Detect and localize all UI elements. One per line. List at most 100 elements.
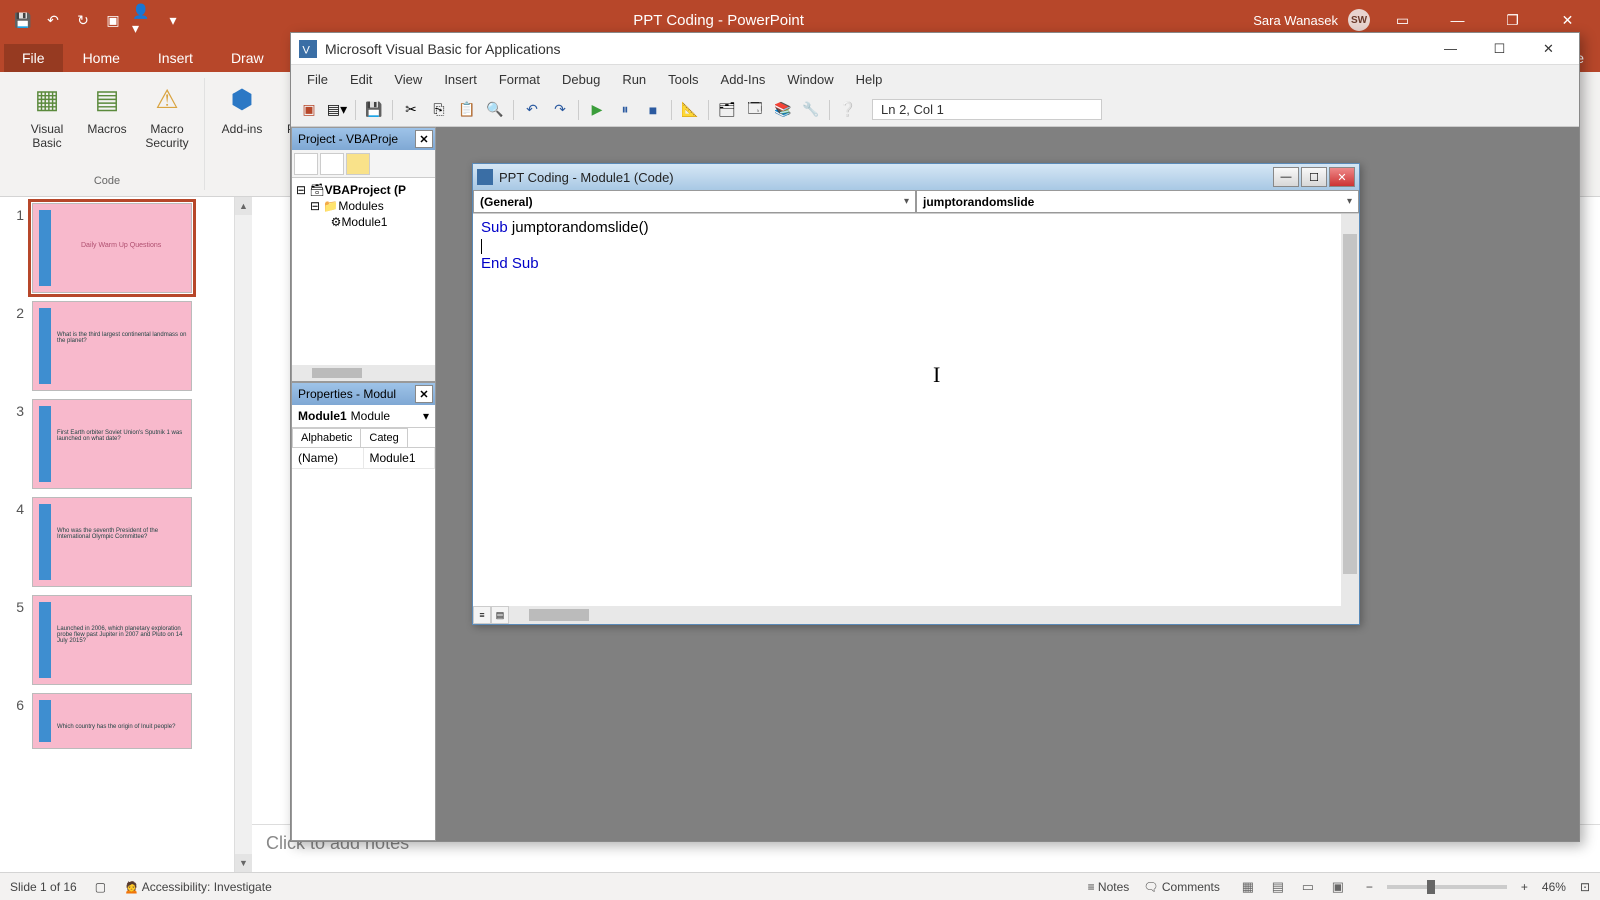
toolbox-icon[interactable]: 🔧 bbox=[799, 98, 823, 122]
code-editor[interactable]: Sub jumptorandomslide() End Sub I bbox=[473, 214, 1341, 606]
ribbon-display-icon[interactable]: ▭ bbox=[1380, 5, 1425, 35]
scroll-down-icon[interactable]: ▼ bbox=[235, 854, 252, 872]
thumb-row[interactable]: 3First Earth orbiter Soviet Union's Sput… bbox=[4, 399, 230, 489]
design-mode-icon[interactable]: 📐 bbox=[678, 98, 702, 122]
view-object-icon[interactable] bbox=[320, 153, 344, 175]
code-vscrollbar[interactable] bbox=[1341, 214, 1359, 606]
toggle-folders-icon[interactable] bbox=[346, 153, 370, 175]
slide-thumb-4[interactable]: Who was the seventh President of the Int… bbox=[32, 497, 192, 587]
props-name-value[interactable]: Module1 bbox=[364, 448, 436, 468]
thumb-row[interactable]: 4Who was the seventh President of the In… bbox=[4, 497, 230, 587]
slide-thumb-2[interactable]: What is the third largest continental la… bbox=[32, 301, 192, 391]
minimize-icon[interactable]: ― bbox=[1435, 5, 1480, 35]
save-icon[interactable]: 💾 bbox=[362, 98, 386, 122]
vbe-close-icon[interactable]: ✕ bbox=[1526, 36, 1571, 62]
tree-project-root[interactable]: ⊟ 🗃 VBAProject (P bbox=[296, 182, 431, 198]
fit-to-window-icon[interactable]: ⊡ bbox=[1580, 880, 1590, 894]
thumbnail-list[interactable]: 1Daily Warm Up Questions 2What is the th… bbox=[0, 197, 234, 872]
menu-format[interactable]: Format bbox=[489, 68, 550, 91]
vbe-mdi-area[interactable]: PPT Coding - Module1 (Code) ― ☐ ✕ (Gener… bbox=[436, 127, 1579, 841]
slide-thumb-5[interactable]: Launched in 2006, which planetary explor… bbox=[32, 595, 192, 685]
thumb-row[interactable]: 5Launched in 2006, which planetary explo… bbox=[4, 595, 230, 685]
close-icon[interactable]: ✕ bbox=[1545, 5, 1590, 35]
scroll-up-icon[interactable]: ▲ bbox=[235, 197, 252, 215]
project-hscrollbar[interactable] bbox=[292, 365, 435, 381]
project-explorer-icon[interactable]: 🗂 bbox=[715, 98, 739, 122]
normal-view-icon[interactable]: ▦ bbox=[1234, 876, 1262, 898]
qat-customize-icon[interactable]: ▾ bbox=[162, 9, 184, 31]
menu-edit[interactable]: Edit bbox=[340, 68, 382, 91]
zoom-level[interactable]: 46% bbox=[1542, 880, 1566, 894]
tab-home[interactable]: Home bbox=[65, 44, 138, 72]
properties-object-selector[interactable]: Module1 Module ▾ bbox=[292, 405, 435, 428]
view-powerpoint-icon[interactable]: ▣ bbox=[297, 98, 321, 122]
redo-icon[interactable]: ↷ bbox=[548, 98, 572, 122]
vbe-minimize-icon[interactable]: ― bbox=[1428, 36, 1473, 62]
slide-thumb-3[interactable]: First Earth orbiter Soviet Union's Sputn… bbox=[32, 399, 192, 489]
tab-insert[interactable]: Insert bbox=[140, 44, 211, 72]
procedure-dropdown[interactable]: jumptorandomslide bbox=[916, 190, 1359, 213]
code-hscrollbar[interactable] bbox=[509, 606, 1359, 624]
zoom-out-icon[interactable]: − bbox=[1366, 880, 1373, 894]
slide-thumb-1[interactable]: Daily Warm Up Questions bbox=[32, 203, 192, 293]
slideshow-icon[interactable]: ▣ bbox=[1324, 876, 1352, 898]
language-icon[interactable]: ▢ bbox=[95, 880, 106, 894]
properties-pane-close-icon[interactable]: ✕ bbox=[415, 385, 433, 403]
run-icon[interactable]: ▶ bbox=[585, 98, 609, 122]
view-code-icon[interactable] bbox=[294, 153, 318, 175]
accessibility-status[interactable]: 🙍 Accessibility: Investigate bbox=[124, 880, 272, 894]
menu-help[interactable]: Help bbox=[846, 68, 893, 91]
full-module-view-icon[interactable]: ▤ bbox=[491, 606, 509, 624]
zoom-slider[interactable] bbox=[1387, 885, 1507, 889]
menu-view[interactable]: View bbox=[384, 68, 432, 91]
menu-addins[interactable]: Add-Ins bbox=[711, 68, 776, 91]
paste-icon[interactable]: 📋 bbox=[455, 98, 479, 122]
vbe-titlebar[interactable]: V Microsoft Visual Basic for Application… bbox=[291, 33, 1579, 65]
properties-icon[interactable]: 🗔 bbox=[743, 98, 767, 122]
start-from-beginning-icon[interactable]: ▣ bbox=[102, 9, 124, 31]
cut-icon[interactable]: ✂ bbox=[399, 98, 423, 122]
thumb-row[interactable]: 2What is the third largest continental l… bbox=[4, 301, 230, 391]
save-icon[interactable]: 💾 bbox=[12, 9, 34, 31]
comments-button[interactable]: 🗨 Comments bbox=[1143, 880, 1220, 894]
macro-security-button[interactable]: ⚠ Macro Security bbox=[138, 78, 196, 172]
help-icon[interactable]: ❔ bbox=[836, 98, 860, 122]
procedure-view-icon[interactable]: ≡ bbox=[473, 606, 491, 624]
tab-file[interactable]: File bbox=[4, 44, 63, 72]
object-dropdown[interactable]: (General) bbox=[473, 190, 916, 213]
notes-button[interactable]: ≡ Notes bbox=[1088, 880, 1130, 894]
project-tree[interactable]: ⊟ 🗃 VBAProject (P ⊟ 📁 Modules ⚙ Module1 bbox=[292, 178, 435, 365]
tab-draw[interactable]: Draw bbox=[213, 44, 282, 72]
menu-run[interactable]: Run bbox=[612, 68, 656, 91]
slide-counter[interactable]: Slide 1 of 16 bbox=[10, 880, 77, 894]
code-maximize-icon[interactable]: ☐ bbox=[1301, 167, 1327, 187]
menu-file[interactable]: File bbox=[297, 68, 338, 91]
zoom-in-icon[interactable]: + bbox=[1521, 880, 1528, 894]
menu-debug[interactable]: Debug bbox=[552, 68, 610, 91]
touch-mode-icon[interactable]: 👤▾ bbox=[132, 9, 154, 31]
maximize-icon[interactable]: ❐ bbox=[1490, 5, 1535, 35]
thumb-row[interactable]: 6Which country has the origin of Inuit p… bbox=[4, 693, 230, 749]
visual-basic-button[interactable]: ▦ Visual Basic bbox=[18, 78, 76, 172]
tree-modules-folder[interactable]: ⊟ 📁 Modules bbox=[296, 198, 431, 214]
menu-insert[interactable]: Insert bbox=[434, 68, 487, 91]
slide-thumb-6[interactable]: Which country has the origin of Inuit pe… bbox=[32, 693, 192, 749]
code-close-icon[interactable]: ✕ bbox=[1329, 167, 1355, 187]
slide-sorter-icon[interactable]: ▤ bbox=[1264, 876, 1292, 898]
thumbnail-scrollbar[interactable]: ▲ ▼ bbox=[234, 197, 252, 872]
user-name[interactable]: Sara Wanasek bbox=[1253, 13, 1338, 28]
code-minimize-icon[interactable]: ― bbox=[1273, 167, 1299, 187]
thumb-row[interactable]: 1Daily Warm Up Questions bbox=[4, 203, 230, 293]
undo-icon[interactable]: ↶ bbox=[42, 9, 64, 31]
find-icon[interactable]: 🔍 bbox=[483, 98, 507, 122]
insert-module-icon[interactable]: ▤▾ bbox=[325, 98, 349, 122]
break-icon[interactable]: ⏸ bbox=[613, 98, 637, 122]
addins-button[interactable]: ⬢ Add-ins bbox=[213, 78, 271, 190]
code-titlebar[interactable]: PPT Coding - Module1 (Code) ― ☐ ✕ bbox=[473, 164, 1359, 190]
project-pane-close-icon[interactable]: ✕ bbox=[415, 130, 433, 148]
redo-icon[interactable]: ↻ bbox=[72, 9, 94, 31]
user-avatar[interactable]: SW bbox=[1348, 9, 1370, 31]
menu-tools[interactable]: Tools bbox=[658, 68, 708, 91]
props-row-name[interactable]: (Name) Module1 bbox=[292, 448, 435, 469]
undo-icon[interactable]: ↶ bbox=[520, 98, 544, 122]
